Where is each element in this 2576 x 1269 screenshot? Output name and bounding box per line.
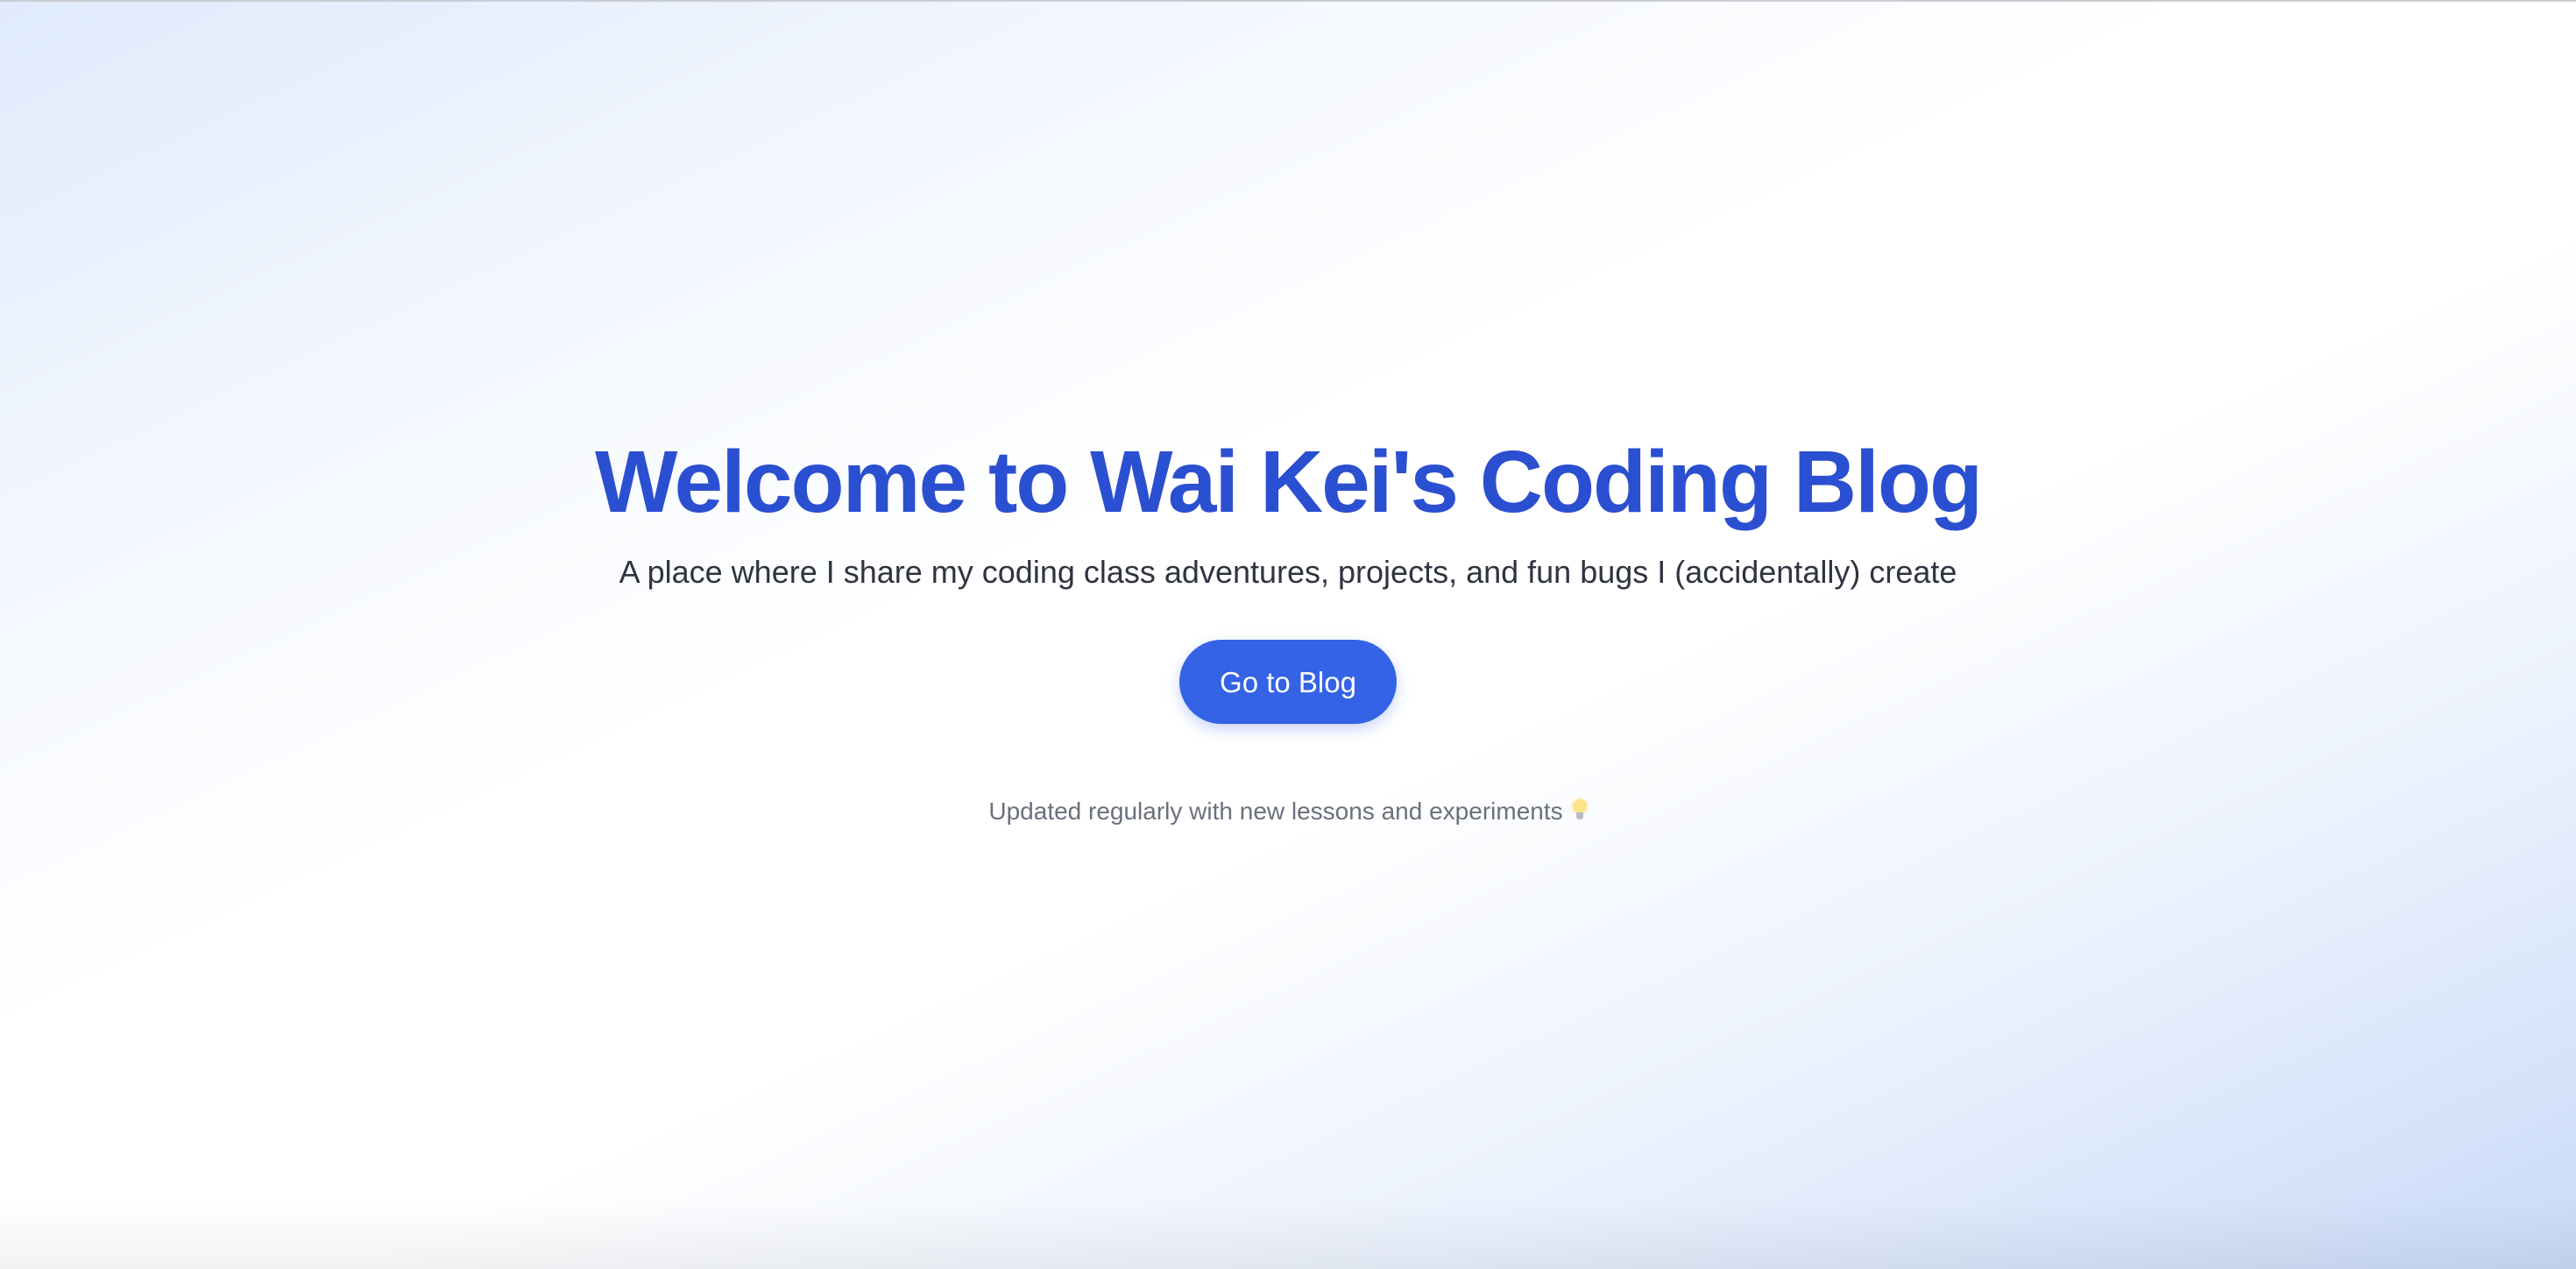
window-top-border bbox=[0, 0, 2576, 2]
page-subtitle: A place where I share my coding class ad… bbox=[619, 554, 1957, 590]
update-note: Updated regularly with new lessons and e… bbox=[0, 794, 2576, 829]
hero-section: Welcome to Wai Kei's Coding Blog A place… bbox=[0, 429, 2576, 829]
lightbulb-icon bbox=[1572, 799, 1588, 822]
update-note-text: Updated regularly with new lessons and e… bbox=[988, 798, 1563, 825]
go-to-blog-button[interactable]: Go to Blog bbox=[1179, 640, 1397, 724]
bottom-edge-shadow bbox=[0, 1199, 2576, 1269]
page-title: Welcome to Wai Kei's Coding Blog bbox=[594, 433, 1983, 531]
